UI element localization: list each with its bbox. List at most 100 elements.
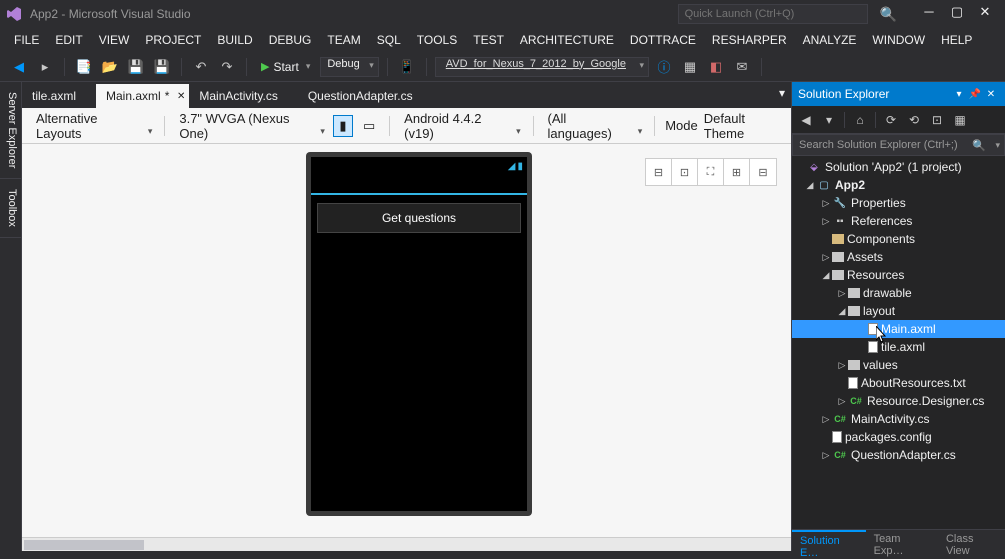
landscape-button[interactable]: ▭: [359, 115, 379, 137]
quick-launch-input[interactable]: [678, 4, 868, 24]
resource-designer-file[interactable]: ▷C#Resource.Designer.cs: [792, 392, 1005, 410]
menu-tools[interactable]: TOOLS: [409, 33, 465, 47]
minimize-button[interactable]: ─: [915, 4, 943, 24]
resources-node[interactable]: ◢Resources: [792, 266, 1005, 284]
theme-combo[interactable]: Default Theme: [704, 111, 781, 141]
fwd-button[interactable]: ▾: [819, 110, 839, 130]
open-file-button[interactable]: 📂: [99, 56, 121, 78]
expand-icon[interactable]: ▷: [836, 288, 848, 299]
save-button[interactable]: 💾: [125, 56, 147, 78]
menu-team[interactable]: TEAM: [319, 33, 368, 47]
config-combo[interactable]: Debug: [320, 57, 378, 77]
zoom-out-button[interactable]: ⊟: [750, 159, 776, 185]
project-node[interactable]: ◢▢App2: [792, 176, 1005, 194]
values-node[interactable]: ▷values: [792, 356, 1005, 374]
main-axml-file[interactable]: Main.axml: [792, 320, 1005, 338]
menu-test[interactable]: TEST: [465, 33, 512, 47]
team-explorer-tab[interactable]: Team Exp…: [866, 530, 938, 551]
alt-layouts-combo[interactable]: Alternative Layouts: [32, 109, 154, 143]
fit-all-button[interactable]: ⊡: [672, 159, 698, 185]
menu-analyze[interactable]: ANALYZE: [795, 33, 865, 47]
assets-node[interactable]: ▷Assets: [792, 248, 1005, 266]
tab-questionadapter-cs[interactable]: QuestionAdapter.cs: [298, 84, 433, 108]
save-all-button[interactable]: 💾: [151, 56, 173, 78]
sync-button[interactable]: ⟳: [881, 110, 901, 130]
expand-icon[interactable]: ▷: [820, 198, 832, 209]
info-icon[interactable]: ⓘ: [653, 56, 675, 78]
references-node[interactable]: ▷▪▪References: [792, 212, 1005, 230]
class-view-tab[interactable]: Class View: [938, 530, 1005, 551]
horizontal-scrollbar[interactable]: [22, 537, 791, 551]
close-button[interactable]: ✕: [971, 4, 999, 24]
get-questions-button[interactable]: Get questions: [317, 203, 521, 233]
device-icon[interactable]: 📱: [396, 56, 418, 78]
drawable-node[interactable]: ▷drawable: [792, 284, 1005, 302]
menu-dottrace[interactable]: DOTTRACE: [622, 33, 704, 47]
expand-icon[interactable]: ▷: [820, 414, 832, 425]
menu-project[interactable]: PROJECT: [137, 33, 209, 47]
start-debug-button[interactable]: ▶Start▾: [255, 60, 316, 74]
tab-overflow-button[interactable]: ▾: [779, 86, 785, 100]
expand-icon[interactable]: ▷: [820, 252, 832, 263]
mode-label[interactable]: Mode: [665, 118, 698, 133]
refresh-button[interactable]: ⟲: [904, 110, 924, 130]
menu-edit[interactable]: EDIT: [47, 33, 90, 47]
search-icon[interactable]: 🔍: [880, 6, 897, 23]
expand-icon[interactable]: ▷: [836, 360, 848, 371]
panel-menu-button[interactable]: ▾: [951, 89, 967, 100]
tab-mainactivity-cs[interactable]: MainActivity.cs: [189, 84, 297, 108]
toolbox-tab[interactable]: Toolbox: [0, 179, 21, 238]
collapse-button[interactable]: ⊡: [927, 110, 947, 130]
new-project-button[interactable]: 📑: [73, 56, 95, 78]
packages-config-file[interactable]: packages.config: [792, 428, 1005, 446]
menu-view[interactable]: VIEW: [91, 33, 138, 47]
pin-button[interactable]: 📌: [967, 89, 983, 100]
redo-button[interactable]: ↷: [216, 56, 238, 78]
solution-explorer-tab[interactable]: Solution E…: [792, 530, 866, 551]
mail-icon[interactable]: ✉: [731, 56, 753, 78]
close-icon[interactable]: ✕: [177, 91, 185, 102]
properties-node[interactable]: ▷🔧Properties: [792, 194, 1005, 212]
show-all-button[interactable]: ▦: [950, 110, 970, 130]
home-button[interactable]: ⌂: [850, 110, 870, 130]
tab-tile-axml[interactable]: tile.axml: [22, 84, 96, 108]
back-button[interactable]: ◀: [796, 110, 816, 130]
ext-icon[interactable]: ◧: [705, 56, 727, 78]
expand-icon[interactable]: ◢: [804, 180, 816, 191]
expand-icon[interactable]: ▷: [836, 396, 848, 407]
menu-build[interactable]: BUILD: [209, 33, 260, 47]
avd-combo[interactable]: AVD_for_Nexus_7_2012_by_Google: [435, 57, 649, 77]
log-icon[interactable]: ▦: [679, 56, 701, 78]
about-resources-file[interactable]: AboutResources.txt: [792, 374, 1005, 392]
panel-close-button[interactable]: ✕: [983, 89, 999, 100]
expand-icon[interactable]: ◢: [820, 270, 832, 281]
solution-explorer-header[interactable]: Solution Explorer ▾ 📌 ✕: [792, 82, 1005, 106]
nav-back-button[interactable]: ◀: [8, 56, 30, 78]
expand-icon[interactable]: ◢: [836, 306, 848, 317]
menu-resharper[interactable]: RESHARPER: [704, 33, 795, 47]
menu-help[interactable]: HELP: [933, 33, 980, 47]
solution-node[interactable]: ⬙Solution 'App2' (1 project): [792, 158, 1005, 176]
solution-search-input[interactable]: Search Solution Explorer (Ctrl+;) 🔍 ▾: [792, 134, 1005, 156]
layout-node[interactable]: ◢layout: [792, 302, 1005, 320]
expand-icon[interactable]: ▷: [820, 216, 832, 227]
actual-size-button[interactable]: ⛶: [698, 159, 724, 185]
zoom-in-button[interactable]: ⊞: [724, 159, 750, 185]
menu-window[interactable]: WINDOW: [864, 33, 933, 47]
search-dropdown-icon[interactable]: ▾: [995, 140, 1000, 151]
scrollbar-thumb[interactable]: [24, 540, 144, 550]
device-combo[interactable]: 3.7" WVGA (Nexus One): [175, 109, 327, 143]
designer-canvas[interactable]: ◢ ▮ Get questions ⊟ ⊡ ⛶ ⊞ ⊟: [22, 144, 791, 537]
fit-width-button[interactable]: ⊟: [646, 159, 672, 185]
server-explorer-tab[interactable]: Server Explorer: [0, 82, 21, 179]
maximize-button[interactable]: ▢: [943, 4, 971, 24]
language-combo[interactable]: (All languages): [544, 109, 645, 143]
mainactivity-file[interactable]: ▷C#MainActivity.cs: [792, 410, 1005, 428]
menu-architecture[interactable]: ARCHITECTURE: [512, 33, 622, 47]
menu-sql[interactable]: SQL: [369, 33, 409, 47]
questionadapter-file[interactable]: ▷C#QuestionAdapter.cs: [792, 446, 1005, 464]
nav-fwd-button[interactable]: ▸: [34, 56, 56, 78]
android-version-combo[interactable]: Android 4.4.2 (v19): [400, 109, 522, 143]
undo-button[interactable]: ↶: [190, 56, 212, 78]
menu-file[interactable]: FILE: [6, 33, 47, 47]
